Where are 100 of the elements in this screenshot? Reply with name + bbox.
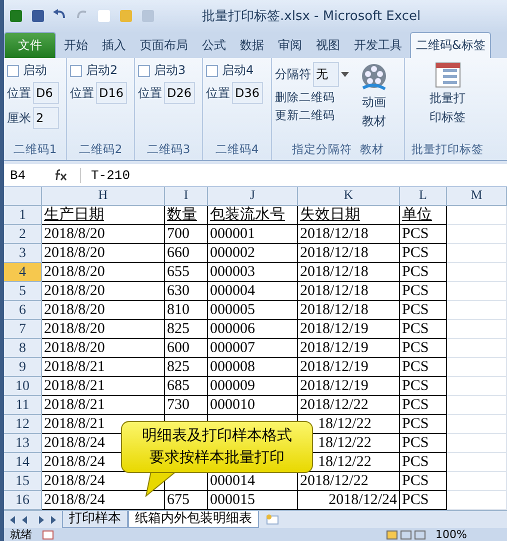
table-cell: 000006 bbox=[208, 320, 298, 339]
row-header[interactable]: 2 bbox=[4, 225, 42, 244]
dropdown-arrow-icon[interactable] bbox=[341, 72, 349, 78]
table-cell: PCS bbox=[400, 472, 447, 491]
table-cell bbox=[447, 263, 507, 282]
input-field[interactable]: D26 bbox=[164, 82, 195, 104]
row-header[interactable]: 14 bbox=[4, 453, 42, 472]
column-header[interactable]: H bbox=[42, 187, 165, 206]
row-header[interactable]: 13 bbox=[4, 434, 42, 453]
table-cell: PCS bbox=[400, 225, 447, 244]
row-header[interactable]: 9 bbox=[4, 358, 42, 377]
ribbon-tab[interactable]: 公式 bbox=[196, 32, 232, 58]
callout-bubble: 明细表及打印样本格式 要求按样本批量打印 bbox=[121, 421, 313, 473]
table-cell: 包装流水号 bbox=[208, 206, 298, 225]
table-cell: 2018/12/18 bbox=[298, 301, 400, 320]
ribbon-tab[interactable]: 视图 bbox=[310, 32, 346, 58]
table-cell: PCS bbox=[400, 301, 447, 320]
table-cell: 2018/12/18 bbox=[298, 244, 400, 263]
group-label: 教材 bbox=[360, 142, 384, 156]
table-cell: 000007 bbox=[208, 339, 298, 358]
zoom-level: 100% bbox=[436, 528, 467, 541]
table-cell: PCS bbox=[400, 282, 447, 301]
sheet-tab[interactable]: 打印样本 bbox=[62, 511, 128, 528]
column-header[interactable]: J bbox=[208, 187, 298, 206]
row-header[interactable]: 12 bbox=[4, 415, 42, 434]
table-cell: 2018/12/19 bbox=[298, 339, 400, 358]
row-header[interactable]: 6 bbox=[4, 301, 42, 320]
table-cell: 失效日期 bbox=[298, 206, 400, 225]
table-cell bbox=[447, 282, 507, 301]
row-header[interactable]: 1 bbox=[4, 206, 42, 225]
view-icon[interactable] bbox=[386, 530, 426, 540]
checkbox[interactable]: 启动4 bbox=[206, 62, 263, 79]
table-cell: 600 bbox=[165, 339, 208, 358]
table-cell: PCS bbox=[400, 263, 447, 282]
table-cell bbox=[447, 206, 507, 225]
formula-field[interactable]: T-210 bbox=[80, 168, 130, 182]
input-field[interactable]: D6 bbox=[33, 82, 59, 104]
ribbon-button[interactable]: 动画 教材 bbox=[353, 62, 395, 138]
table-cell: 2018/8/21 bbox=[42, 396, 165, 415]
input-field[interactable]: 2 bbox=[33, 107, 59, 129]
insert-sheet-icon[interactable] bbox=[265, 514, 281, 526]
table-cell: 700 bbox=[165, 225, 208, 244]
row-header[interactable]: 15 bbox=[4, 472, 42, 491]
table-cell: PCS bbox=[400, 434, 447, 453]
table-cell: PCS bbox=[400, 377, 447, 396]
input-field[interactable]: D36 bbox=[232, 82, 263, 104]
checkbox[interactable]: 启动2 bbox=[70, 62, 127, 79]
input-field[interactable]: D16 bbox=[96, 82, 127, 104]
table-cell: 2018/8/20 bbox=[42, 339, 165, 358]
status-text: 就绪 bbox=[10, 528, 32, 541]
ribbon-tab[interactable]: 数据 bbox=[234, 32, 270, 58]
table-cell: 685 bbox=[165, 377, 208, 396]
row-header[interactable]: 16 bbox=[4, 491, 42, 510]
name-box[interactable]: B4 bbox=[4, 168, 54, 182]
field-label: 位置 bbox=[70, 84, 94, 102]
group-label: 二维码2 bbox=[78, 142, 122, 156]
row-header[interactable]: 8 bbox=[4, 339, 42, 358]
row-header[interactable]: 5 bbox=[4, 282, 42, 301]
column-header[interactable]: M bbox=[447, 187, 507, 206]
row-header[interactable]: 11 bbox=[4, 396, 42, 415]
table-cell bbox=[447, 301, 507, 320]
table-cell bbox=[447, 358, 507, 377]
sheet-tab[interactable]: 纸箱内外包装明细表 bbox=[128, 511, 259, 528]
ribbon-button[interactable]: 批量打 印标签 bbox=[424, 62, 472, 138]
column-header[interactable]: K bbox=[298, 187, 400, 206]
column-header[interactable]: I bbox=[165, 187, 208, 206]
table-cell bbox=[447, 225, 507, 244]
ribbon-tab[interactable]: 插入 bbox=[96, 32, 132, 58]
ribbon-button[interactable]: 删除二维码 bbox=[275, 90, 349, 105]
function-icon[interactable] bbox=[54, 169, 68, 181]
table-cell: PCS bbox=[400, 396, 447, 415]
column-header[interactable]: L bbox=[400, 187, 447, 206]
table-cell: PCS bbox=[400, 453, 447, 472]
row-header[interactable]: 10 bbox=[4, 377, 42, 396]
ribbon-tab[interactable]: 二维码&标签 bbox=[410, 32, 492, 58]
ribbon-tab[interactable]: 开发工具 bbox=[348, 32, 408, 58]
excel-icon[interactable] bbox=[8, 8, 24, 24]
list-icon bbox=[434, 62, 460, 88]
checkbox[interactable]: 启动3 bbox=[138, 62, 195, 79]
group-label: 指定分隔符 bbox=[292, 142, 352, 156]
ribbon-tab[interactable]: 文件 bbox=[4, 32, 56, 58]
row-header[interactable]: 4 bbox=[4, 263, 42, 282]
checkbox[interactable]: 启动 bbox=[7, 62, 59, 79]
row-header[interactable]: 7 bbox=[4, 320, 42, 339]
table-cell: 000002 bbox=[208, 244, 298, 263]
sheet-navigation-icon[interactable] bbox=[8, 514, 58, 524]
ribbon-tab[interactable]: 开始 bbox=[58, 32, 94, 58]
dropdown[interactable]: 无 bbox=[313, 62, 339, 87]
ribbon-button[interactable]: 更新二维码 bbox=[275, 108, 349, 123]
table-cell: 2018/8/20 bbox=[42, 244, 165, 263]
table-cell: 2018/12/18 bbox=[298, 263, 400, 282]
ribbon-tab[interactable]: 审阅 bbox=[272, 32, 308, 58]
table-cell: 2018/12/19 bbox=[298, 320, 400, 339]
table-cell: 2018/12/18 bbox=[298, 282, 400, 301]
save-icon[interactable] bbox=[30, 8, 46, 24]
table-cell: 2018/12/19 bbox=[298, 377, 400, 396]
row-header[interactable]: 3 bbox=[4, 244, 42, 263]
ribbon-tab[interactable]: 页面布局 bbox=[134, 32, 194, 58]
table-cell bbox=[447, 472, 507, 491]
group-label: 批量打印标签 bbox=[412, 142, 484, 156]
